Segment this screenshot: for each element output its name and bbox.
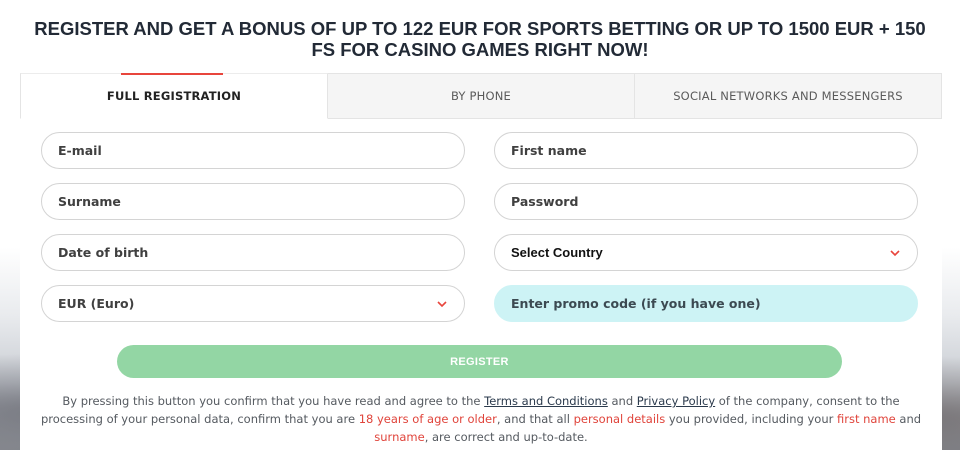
date-of-birth-field[interactable]: Date of birth [41, 234, 465, 271]
date-of-birth-placeholder: Date of birth [58, 245, 149, 260]
email-field[interactable]: E-mail [41, 132, 465, 169]
surname-placeholder: Surname [58, 194, 121, 209]
email-placeholder: E-mail [58, 143, 102, 158]
age-requirement-text: 18 years of age or older [358, 412, 497, 426]
password-placeholder: Password [511, 194, 579, 209]
country-selected-value: Select Country [511, 245, 603, 260]
tab-by-phone[interactable]: BY PHONE [328, 73, 635, 119]
bonus-headline: REGISTER AND GET A BONUS OF UP TO 122 EU… [34, 18, 926, 60]
consent-text-part: By pressing this button you confirm that… [62, 394, 485, 408]
tab-full-registration[interactable]: FULL REGISTRATION [20, 73, 328, 119]
first-name-text: first name [837, 412, 896, 426]
chevron-down-icon [437, 301, 447, 308]
consent-text-part: , and that all [496, 412, 574, 426]
first-name-placeholder: First name [511, 143, 587, 158]
surname-text: surname [374, 430, 425, 444]
currency-select[interactable]: EUR (Euro) [41, 285, 465, 322]
registration-tabs: FULL REGISTRATION BY PHONE SOCIAL NETWOR… [20, 73, 942, 119]
first-name-field[interactable]: First name [494, 132, 918, 169]
password-field[interactable]: Password [494, 183, 918, 220]
privacy-policy-link[interactable]: Privacy Policy [637, 394, 715, 408]
consent-text-part: , are correct and up-to-date. [424, 430, 588, 444]
consent-text-part: you provided, including your [665, 412, 837, 426]
registration-card [20, 0, 942, 450]
surname-field[interactable]: Surname [41, 183, 465, 220]
personal-details-text: personal details [573, 412, 666, 426]
tab-social-networks[interactable]: SOCIAL NETWORKS AND MESSENGERS [635, 73, 942, 119]
promo-code-field[interactable]: Enter promo code (if you have one) [494, 285, 918, 322]
currency-selected-value: EUR (Euro) [58, 296, 135, 311]
register-button[interactable]: REGISTER [117, 345, 842, 378]
consent-text-part: and [607, 394, 637, 408]
terms-and-conditions-link[interactable]: Terms and Conditions [484, 394, 608, 408]
consent-text: By pressing this button you confirm that… [20, 392, 942, 446]
country-select[interactable]: Select Country [494, 234, 918, 271]
chevron-down-icon [890, 250, 900, 257]
consent-text-part: and [895, 412, 922, 426]
promo-code-placeholder: Enter promo code (if you have one) [511, 296, 761, 311]
